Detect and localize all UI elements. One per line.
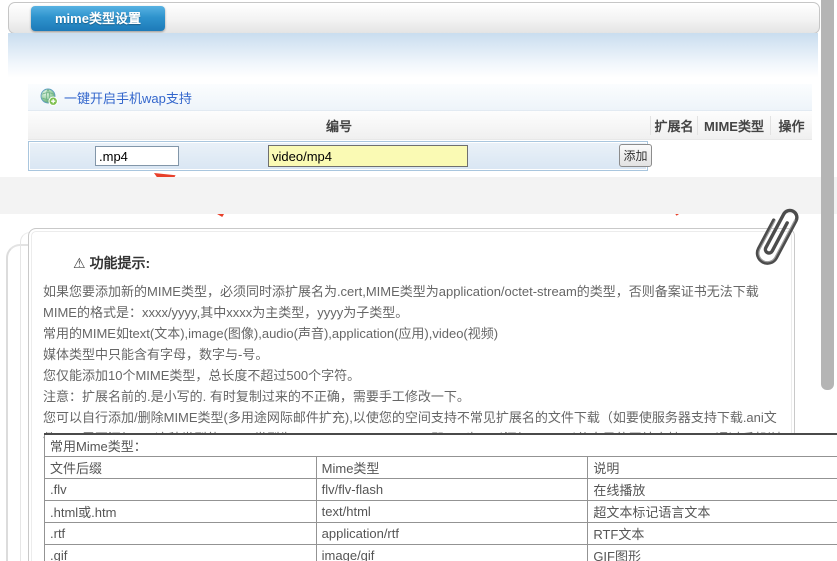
mime-type-input[interactable]: [268, 145, 468, 167]
tip-line: 媒体类型中只能含有字母，数字与-号。: [43, 344, 791, 365]
cell-mime: application/rtf: [316, 523, 588, 545]
column-header-number: 编号: [28, 116, 650, 135]
tab-bar: mime类型设置: [8, 2, 820, 34]
column-header-description: 说明: [588, 457, 837, 479]
warning-icon: ⚠: [73, 255, 86, 271]
tip-line: MIME的格式是：xxxx/yyyy,其中xxxx为主类型，yyyy为子类型。: [43, 302, 791, 323]
tip-line: 如果您要添加新的MIME类型，必须同时添扩展名为.cert,MIME类型为app…: [43, 281, 791, 302]
mime-settings-page: mime类型设置 一键开启手机wap支持 编号: [0, 0, 837, 561]
table-row: .gif image/gif GIF图形: [45, 545, 837, 561]
add-mime-row: 添加: [28, 141, 648, 171]
tab-mime-settings[interactable]: mime类型设置: [31, 6, 165, 31]
mime-form-panel: 一键开启手机wap支持 编号 扩展名 MIME类型 操作 添加: [28, 84, 812, 171]
tip-line: 常用的MIME如text(文本),image(图像),audio(声音),app…: [43, 323, 791, 344]
column-header-extension: 扩展名: [650, 116, 697, 135]
cell-mime: image/gif: [316, 545, 588, 561]
cell-suffix: .html或.htm: [45, 501, 317, 523]
enable-wap-link[interactable]: 一键开启手机wap支持: [64, 88, 192, 107]
table-caption-row: 常用Mime类型：: [45, 434, 837, 457]
tips-heading-label: 功能提示:: [90, 255, 151, 271]
table-caption: 常用Mime类型：: [45, 434, 837, 457]
header-gradient-band: [8, 33, 818, 78]
wap-support-row: 一键开启手机wap支持: [28, 84, 812, 111]
column-header-action: 操作: [770, 116, 812, 135]
cell-suffix: .rtf: [45, 523, 317, 545]
cell-suffix: .flv: [45, 479, 317, 501]
column-header-mime: Mime类型: [316, 457, 588, 479]
tips-heading: ⚠功能提示:: [73, 253, 150, 273]
cell-mime: flv/flv-flash: [316, 479, 588, 501]
column-header-mime-type: MIME类型: [697, 116, 770, 135]
tip-line: 注意：扩展名前的.是小写的. 有时复制过来的不正确，需要手工修改一下。: [43, 386, 791, 407]
cell-description: 超文本标记语言文本: [588, 501, 837, 523]
table-row: .flv flv/flv-flash 在线播放: [45, 479, 837, 501]
cell-description: 在线播放: [588, 479, 837, 501]
table-row: .html或.htm text/html 超文本标记语言文本: [45, 501, 837, 523]
cell-description: GIF图形: [588, 545, 837, 561]
form-table-header: 编号 扩展名 MIME类型 操作: [28, 111, 812, 140]
globe-add-icon: [40, 88, 58, 106]
scrollbar-thumb[interactable]: [821, 0, 834, 390]
add-button[interactable]: 添加: [619, 144, 652, 167]
cell-suffix: .gif: [45, 545, 317, 561]
common-mime-table: 常用Mime类型： 文件后缀 Mime类型 说明 .flv flv/flv-fl…: [44, 433, 837, 561]
table-header-row: 文件后缀 Mime类型 说明: [45, 457, 837, 479]
column-header-file-suffix: 文件后缀: [45, 457, 317, 479]
section-divider-band: [0, 177, 837, 214]
cell-mime: text/html: [316, 501, 588, 523]
tip-line: 您仅能添加10个MIME类型，总长度不超过500个字符。: [43, 365, 791, 386]
extension-input[interactable]: [95, 146, 179, 166]
cell-description: RTF文本: [588, 523, 837, 545]
table-row: .rtf application/rtf RTF文本: [45, 523, 837, 545]
